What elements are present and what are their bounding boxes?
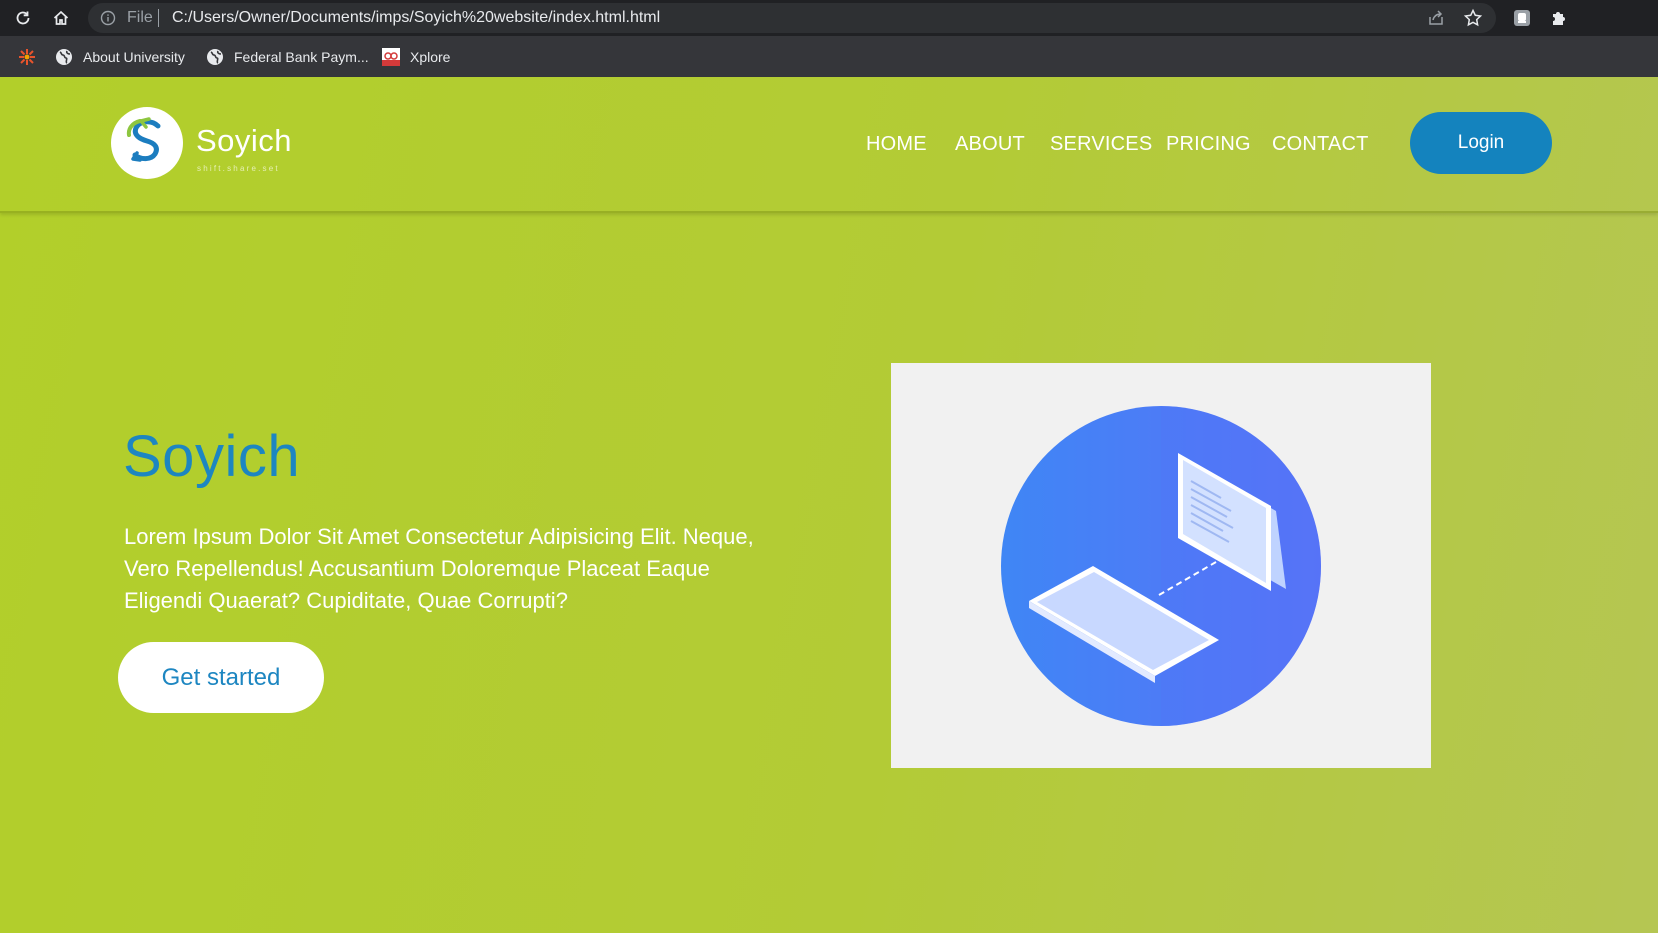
bookmark-label: Xplore xyxy=(410,48,451,65)
brand-tagline: shift.share.set xyxy=(197,164,280,173)
nav-services[interactable]: SERVICES xyxy=(1050,133,1152,156)
nav-contact[interactable]: CONTACT xyxy=(1272,133,1369,156)
bookmarks-bar: About University Federal Bank Paym... Xp… xyxy=(0,36,1658,77)
nav-about[interactable]: ABOUT xyxy=(955,133,1025,156)
soyich-logo-icon[interactable] xyxy=(111,107,183,179)
scheme-label: File xyxy=(127,9,153,26)
browser-toolbar: File C:/Users/Owner/Documents/imps/Soyic… xyxy=(0,0,1658,36)
bookmark-xplore[interactable]: Xplore xyxy=(382,36,450,77)
brand-name: Soyich xyxy=(196,123,293,158)
site-header: Soyich shift.share.set HOME ABOUT SERVIC… xyxy=(0,77,1658,213)
reload-icon[interactable] xyxy=(11,6,35,30)
bookmark-star-icon[interactable] xyxy=(1463,8,1483,28)
extension-icon[interactable] xyxy=(1512,8,1532,28)
nav-pricing[interactable]: PRICING xyxy=(1166,133,1251,156)
bookmark-about-university[interactable]: About University xyxy=(55,36,185,77)
url-text[interactable]: C:/Users/Owner/Documents/imps/Soyich%20w… xyxy=(172,9,660,27)
xplore-favicon xyxy=(382,47,400,66)
hero-title: Soyich xyxy=(123,424,301,489)
bookmark-federal-bank[interactable]: Federal Bank Paym... xyxy=(206,36,369,77)
share-icon[interactable] xyxy=(1426,8,1446,28)
login-button[interactable]: Login xyxy=(1410,112,1552,174)
bookmark-label: About University xyxy=(83,48,185,65)
nav-home[interactable]: HOME xyxy=(866,133,927,156)
home-icon[interactable] xyxy=(49,6,73,30)
bookmark-label: Federal Bank Paym... xyxy=(234,48,369,65)
puzzle-icon[interactable] xyxy=(1549,8,1569,28)
get-started-button[interactable]: Get started xyxy=(118,642,324,713)
globe-icon xyxy=(55,48,73,66)
omnibox[interactable]: File C:/Users/Owner/Documents/imps/Soyic… xyxy=(88,3,1496,33)
info-icon[interactable] xyxy=(100,10,116,26)
hero-description: Lorem Ipsum Dolor Sit Amet Consectetur A… xyxy=(124,524,754,613)
webpage: Soyich shift.share.set HOME ABOUT SERVIC… xyxy=(0,77,1658,933)
globe-icon xyxy=(206,48,224,66)
omnibox-separator xyxy=(158,9,159,27)
hero-illustration xyxy=(891,363,1431,768)
apps-icon[interactable] xyxy=(16,36,38,77)
